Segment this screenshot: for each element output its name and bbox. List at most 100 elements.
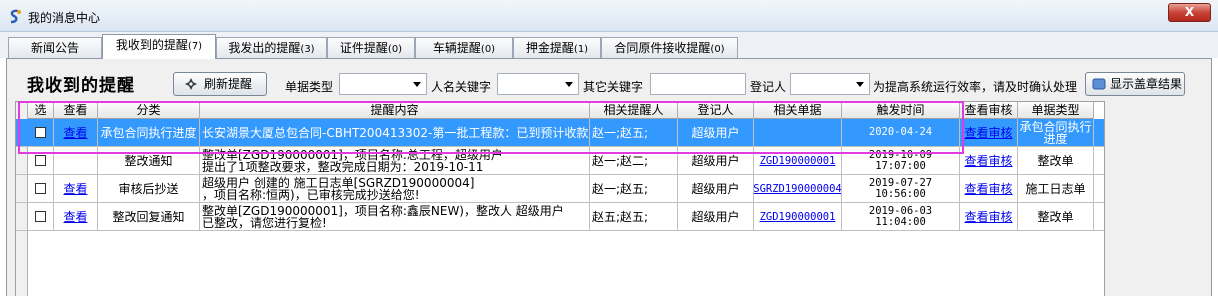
category-cell: 承包合同执行进度: [98, 119, 200, 146]
reminder-table: 选 查看 分类 提醒内容 相关提醒人 登记人 相关单据 触发时间 查看审核 单据…: [15, 101, 1105, 296]
seal-result-icon: [1092, 78, 1106, 90]
audit-cell[interactable]: 查看审核: [960, 147, 1018, 174]
window-title-bar: 我的消息中心 X: [0, 0, 1218, 32]
view-cell[interactable]: [54, 147, 98, 174]
refresh-icon: [185, 78, 197, 90]
row-checkbox[interactable]: [35, 211, 46, 222]
col-header-doc[interactable]: 相关单据: [754, 102, 842, 119]
col-header-people[interactable]: 相关提醒人: [590, 102, 678, 119]
chevron-down-icon: [565, 82, 573, 87]
select-cell[interactable]: [28, 175, 54, 202]
close-icon: X: [1184, 5, 1195, 19]
select-cell[interactable]: [28, 147, 54, 174]
tab-label: 车辆提醒: [432, 41, 481, 55]
close-window-button[interactable]: X: [1168, 3, 1211, 22]
time-cell: 2019-07-27 10:56:00: [842, 175, 960, 202]
efficiency-hint: 为提高系统运行效率，请及时确认处理: [873, 80, 1078, 94]
table-row[interactable]: 查看 承包合同执行进度 长安湖景大厦总包合同-CBHT200413302-第一批…: [16, 119, 1104, 147]
doc-link[interactable]: ZGD190000001: [760, 211, 836, 223]
registrar-cell: 超级用户: [678, 175, 754, 202]
chevron-down-icon: [413, 82, 421, 87]
refresh-button[interactable]: 刷新提醒: [173, 72, 267, 96]
registrar-label: 登记人: [750, 80, 787, 94]
col-header-category[interactable]: 分类: [98, 102, 200, 119]
doctype-cell: 施工日志单: [1018, 175, 1094, 202]
tab-count-badge: (1): [573, 44, 589, 55]
row-checkbox[interactable]: [35, 183, 46, 194]
audit-link[interactable]: 查看审核: [964, 208, 1012, 225]
tab-certificate-reminders[interactable]: 证件提醒(0): [327, 37, 415, 58]
tab-count-badge: (0): [387, 44, 403, 55]
table-row[interactable]: 整改通知 整改单[ZGD190000001]，项目名称:总工程，超级用户 提出了…: [16, 147, 1104, 175]
tab-label: 新闻公告: [30, 41, 79, 55]
tab-vehicle-reminders[interactable]: 车辆提醒(0): [415, 37, 513, 58]
col-header-doctype[interactable]: 单据类型: [1018, 102, 1094, 119]
tab-news[interactable]: 新闻公告: [8, 37, 102, 58]
view-link[interactable]: 查看: [63, 124, 87, 141]
registrar-select[interactable]: [790, 73, 870, 95]
select-cell[interactable]: [28, 119, 54, 146]
tab-count-badge: (0): [480, 44, 496, 55]
tab-label: 我收到的提醒: [115, 38, 188, 52]
people-cell: 赵一;赵五;: [590, 119, 678, 146]
doc-cell: ZGD190000001: [754, 147, 842, 174]
doc-link[interactable]: SGRZD190000004: [754, 183, 841, 195]
table-row[interactable]: 查看 整改回复通知 整改单[ZGD190000001]，项目名称:鑫辰NEW)，…: [16, 203, 1104, 231]
tab-label: 证件提醒: [339, 41, 388, 55]
audit-link[interactable]: 查看审核: [964, 152, 1012, 169]
view-cell[interactable]: 查看: [54, 175, 98, 202]
doc-link[interactable]: ZGD190000001: [760, 155, 836, 167]
tab-label: 我发出的提醒: [228, 41, 301, 55]
people-cell: 赵一;赵五;: [590, 175, 678, 202]
name-keyword-label: 人名关键字: [431, 80, 492, 94]
row-checkbox[interactable]: [35, 155, 46, 166]
audit-cell[interactable]: 查看审核: [960, 175, 1018, 202]
tab-bar: 新闻公告 我收到的提醒(7) 我发出的提醒(3) 证件提醒(0) 车辆提醒(0)…: [0, 32, 1218, 59]
tab-received-reminders[interactable]: 我收到的提醒(7): [102, 34, 216, 59]
people-cell: 赵一;赵二;: [590, 147, 678, 174]
doctype-cell: 整改单: [1018, 203, 1094, 230]
col-header-audit[interactable]: 查看审核: [960, 102, 1018, 119]
view-link[interactable]: 查看: [63, 208, 87, 225]
registrar-cell: 超级用户: [678, 147, 754, 174]
row-checkbox[interactable]: [35, 127, 46, 138]
doc-type-label: 单据类型: [285, 80, 334, 94]
doc-cell: [754, 119, 842, 146]
content-cell: 超级用户 创建的 施工日志单[SGRZD190000004] ，项目名称:恒两)…: [200, 175, 590, 202]
col-header-content[interactable]: 提醒内容: [200, 102, 590, 119]
time-cell: 2019-10-09 17:07:00: [842, 147, 960, 174]
refresh-label: 刷新提醒: [204, 77, 253, 91]
view-link[interactable]: 查看: [63, 180, 87, 197]
audit-link[interactable]: 查看审核: [964, 180, 1012, 197]
other-keyword-input[interactable]: [650, 73, 746, 95]
tab-contract-original-reminders[interactable]: 合同原件接收提醒(0): [601, 37, 738, 58]
tab-label: 押金提醒: [525, 41, 574, 55]
col-header-view[interactable]: 查看: [54, 102, 98, 119]
col-header-select[interactable]: 选: [28, 102, 54, 119]
doctype-cell: 承包合同执行进度: [1018, 119, 1094, 146]
registrar-cell: 超级用户: [678, 203, 754, 230]
view-cell[interactable]: 查看: [54, 203, 98, 230]
doc-type-select[interactable]: [339, 73, 427, 95]
tab-count-badge: (7): [187, 41, 203, 52]
col-header-time[interactable]: 触发时间: [842, 102, 960, 119]
table-row[interactable]: 查看 审核后抄送 超级用户 创建的 施工日志单[SGRZD190000004] …: [16, 175, 1104, 203]
doc-cell: ZGD190000001: [754, 203, 842, 230]
tab-deposit-reminders[interactable]: 押金提醒(1): [513, 37, 601, 58]
name-keyword-select[interactable]: [497, 73, 579, 95]
show-seal-label: 显示盖章结果: [1110, 77, 1183, 91]
time-cell: 2020-04-24: [842, 119, 960, 146]
category-cell: 整改回复通知: [98, 203, 200, 230]
select-cell[interactable]: [28, 203, 54, 230]
show-seal-result-button[interactable]: 显示盖章结果: [1085, 72, 1185, 96]
tab-sent-reminders[interactable]: 我发出的提醒(3): [216, 37, 327, 58]
view-cell[interactable]: 查看: [54, 119, 98, 146]
page-title: 我收到的提醒: [27, 76, 135, 96]
category-cell: 整改通知: [98, 147, 200, 174]
content-cell: 整改单[ZGD190000001]，项目名称:总工程，超级用户 提出了1项整改要…: [200, 147, 590, 174]
col-header-registrar[interactable]: 登记人: [678, 102, 754, 119]
audit-cell[interactable]: 查看审核: [960, 119, 1018, 146]
chevron-down-icon: [856, 82, 864, 87]
audit-link[interactable]: 查看审核: [964, 124, 1012, 141]
audit-cell[interactable]: 查看审核: [960, 203, 1018, 230]
